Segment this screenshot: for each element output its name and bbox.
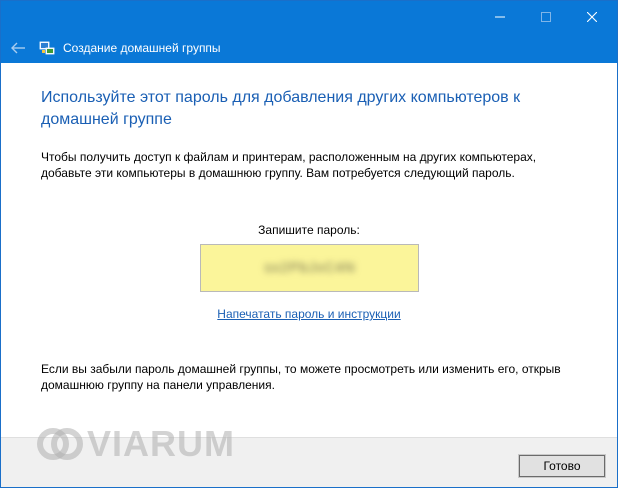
print-password-link[interactable]: Напечатать пароль и инструкции — [1, 307, 617, 321]
minimize-button[interactable] — [477, 1, 523, 33]
description-text: Чтобы получить доступ к файлам и принтер… — [41, 150, 537, 180]
watermark-text: VIARUM — [87, 423, 235, 464]
maximize-icon — [541, 12, 551, 22]
close-icon — [587, 12, 597, 22]
watermark-logo-icon — [37, 428, 83, 460]
hint-text: Если вы забыли пароль домашней группы, т… — [41, 362, 561, 392]
password-label: Запишите пароль: — [258, 223, 360, 237]
password-box: sx2PbJxC4N — [200, 244, 419, 292]
back-arrow-icon — [11, 42, 25, 54]
homegroup-icon — [39, 41, 55, 55]
main-content: Используйте этот пароль для добавления д… — [1, 63, 617, 437]
window-title: Создание домашней группы — [63, 41, 221, 55]
watermark-logo: VIARUM — [37, 421, 247, 467]
password-value: sx2PbJxC4N — [264, 259, 356, 275]
page-heading: Используйте этот пароль для добавления д… — [41, 89, 521, 128]
close-button[interactable] — [569, 1, 615, 33]
maximize-button[interactable] — [523, 1, 569, 33]
done-button[interactable]: Готово — [518, 454, 606, 478]
back-button[interactable] — [9, 39, 29, 57]
minimize-icon — [495, 16, 505, 18]
navigation-bar: Создание домашней группы — [1, 33, 617, 63]
homegroup-window: Создание домашней группы Используйте это… — [0, 0, 618, 488]
title-bar[interactable] — [1, 1, 617, 33]
